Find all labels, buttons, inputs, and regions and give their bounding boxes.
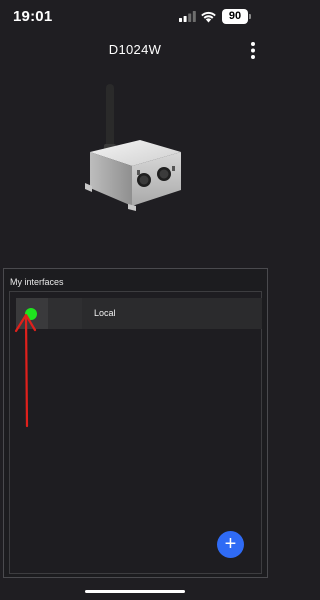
status-time: 19:01 [13,8,53,25]
battery-level: 90 [222,9,248,24]
status-bar: 19:01 90 [0,0,270,34]
device-product-image [85,84,181,211]
home-indicator[interactable] [85,590,185,593]
battery-indicator: 90 [222,9,251,24]
wifi-icon [201,11,216,23]
app-screen: 19:01 90 D1024W My interfaces Local + [0,0,270,600]
interface-label: Local [94,308,116,318]
battery-tip [249,14,251,19]
add-interface-button[interactable]: + [217,531,244,558]
cellular-signal-icon [179,11,196,22]
interface-item-local[interactable]: Local [16,298,262,329]
annotation-arrow-icon [14,313,37,428]
more-vertical-icon[interactable] [249,41,257,61]
interface-spacer-cell [48,298,82,329]
device-title: D1024W [108,42,162,57]
interfaces-section-title: My interfaces [10,277,64,287]
